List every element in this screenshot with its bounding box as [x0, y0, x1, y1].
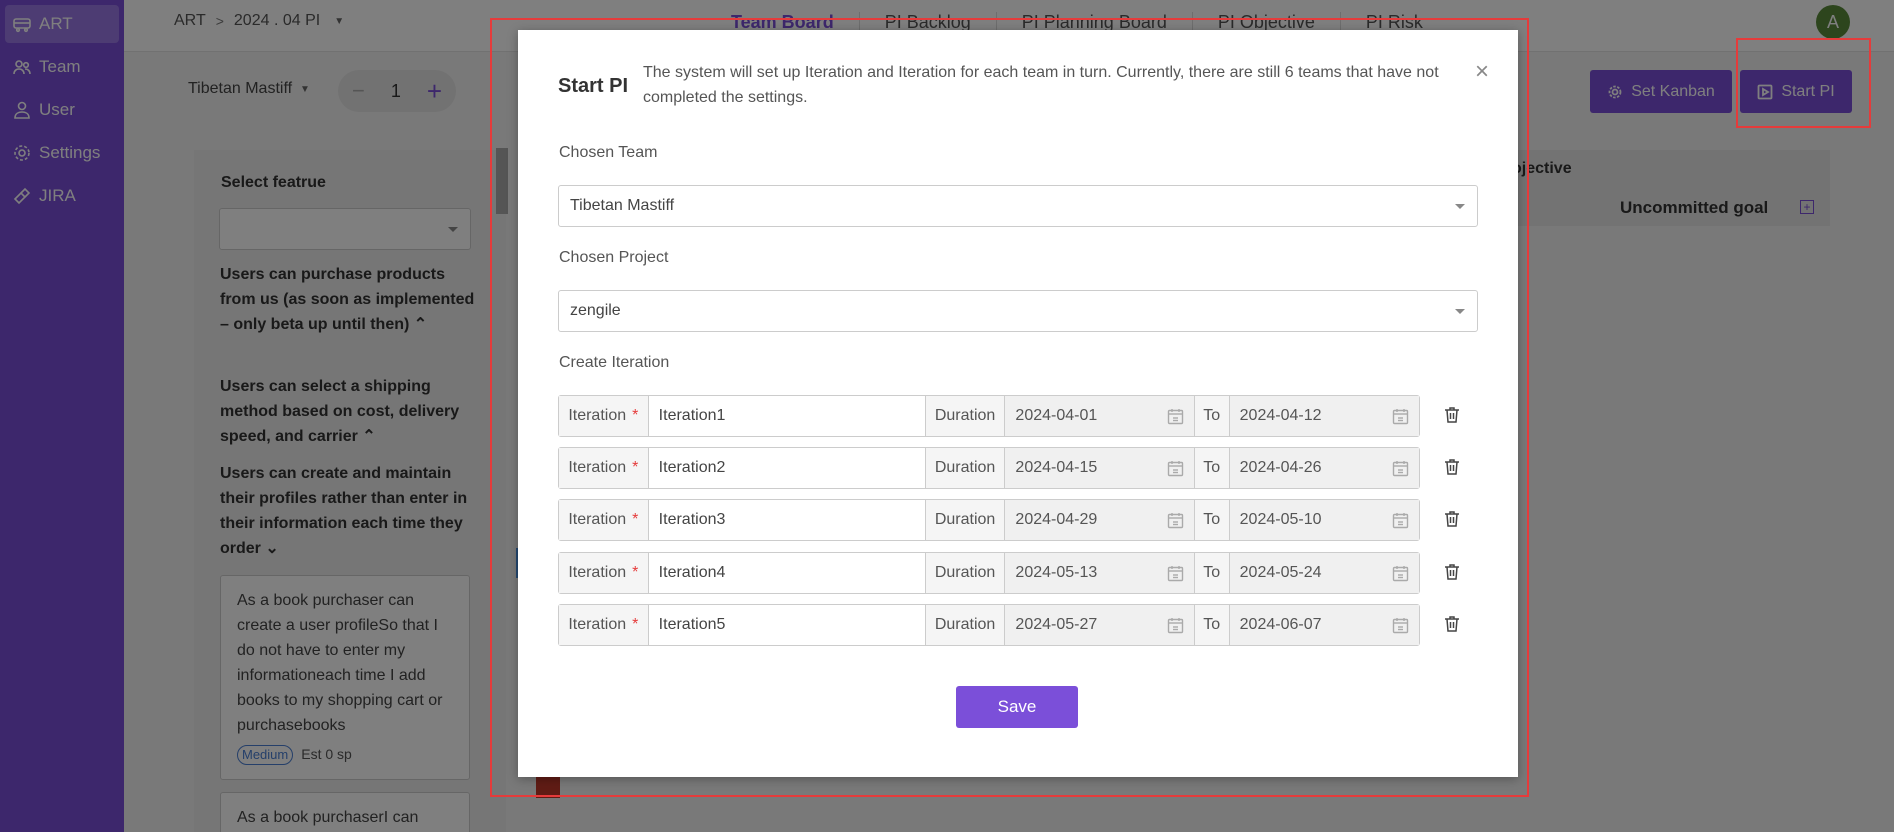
highlight-box — [1736, 38, 1871, 128]
highlight-box — [490, 18, 1529, 797]
app-root: ART Team User Settings JIRA ART > 2024 .… — [0, 0, 1894, 832]
